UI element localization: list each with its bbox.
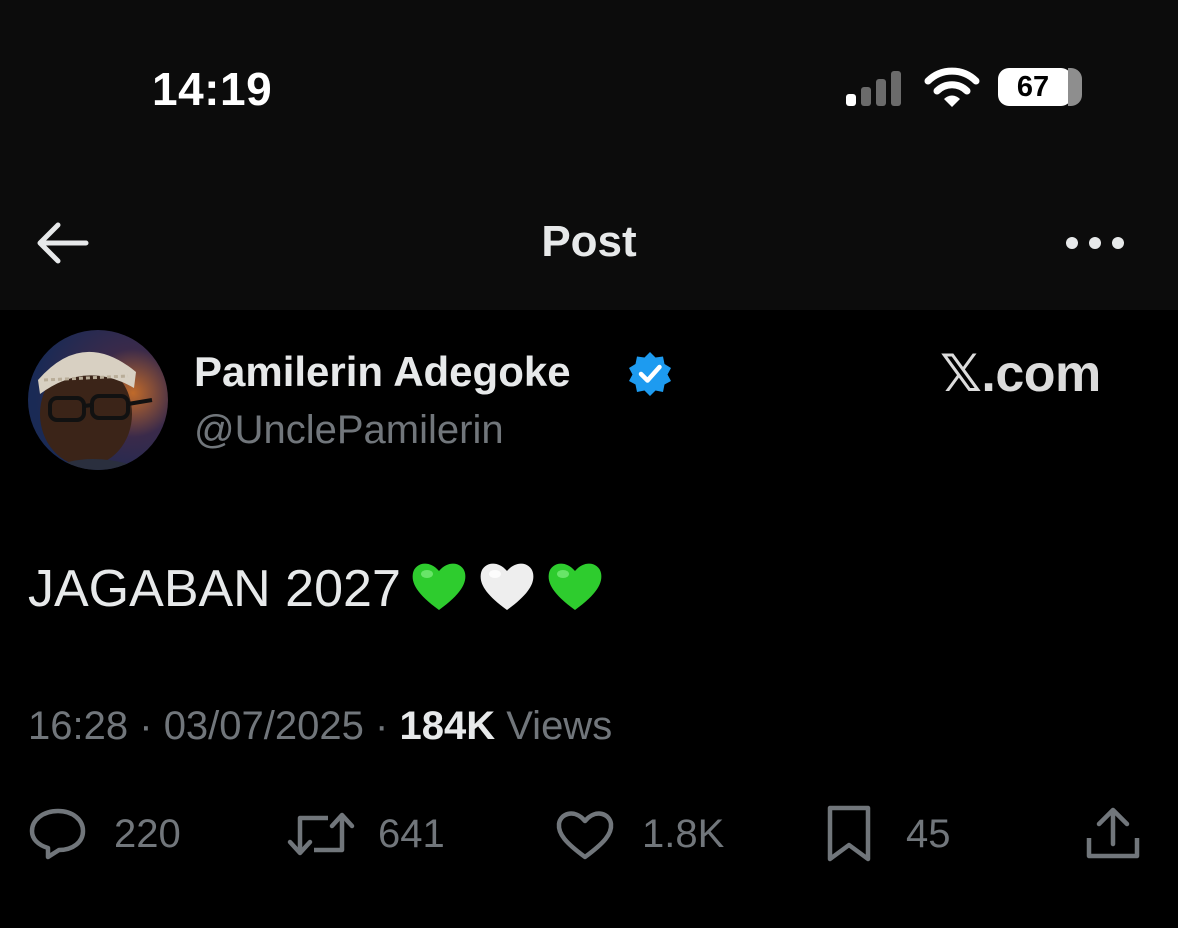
post-time: 16:28 bbox=[28, 704, 129, 748]
repost-button[interactable]: 641 bbox=[286, 806, 456, 862]
battery-indicator: 67 bbox=[998, 68, 1082, 108]
views-count[interactable]: 184K bbox=[399, 704, 495, 748]
green-heart-icon bbox=[409, 556, 469, 616]
like-button[interactable]: 1.8K bbox=[554, 806, 734, 862]
post-text-content: JAGABAN 2027 bbox=[28, 560, 401, 618]
verified-badge-icon bbox=[629, 352, 671, 396]
repost-count: 641 bbox=[378, 812, 445, 856]
separator: · bbox=[139, 704, 153, 748]
bookmark-icon bbox=[827, 805, 871, 862]
status-bar: 14:19 67 bbox=[0, 0, 1178, 175]
more-horizontal-icon[interactable] bbox=[1064, 231, 1126, 255]
wifi-icon bbox=[924, 67, 980, 107]
bookmark-count: 45 bbox=[906, 812, 951, 856]
share-button[interactable] bbox=[1084, 806, 1144, 862]
post-date: 03/07/2025 bbox=[163, 704, 364, 748]
post-text: JAGABAN 2027 bbox=[28, 556, 605, 619]
reply-icon bbox=[29, 808, 86, 860]
like-count: 1.8K bbox=[642, 812, 725, 856]
heart-icon bbox=[556, 811, 614, 860]
repost-icon bbox=[287, 812, 355, 856]
avatar[interactable] bbox=[28, 330, 168, 470]
post-meta: 16:28 · 03/07/2025 · 184K Views bbox=[28, 704, 612, 749]
green-heart-icon bbox=[545, 556, 605, 616]
reply-count: 220 bbox=[114, 812, 181, 856]
status-time: 14:19 bbox=[152, 63, 273, 115]
author-name[interactable]: Pamilerin Adegoke bbox=[194, 348, 571, 396]
separator: · bbox=[375, 704, 389, 748]
reply-button[interactable]: 220 bbox=[28, 806, 198, 862]
watermark: 𝕏.com bbox=[940, 345, 1101, 403]
cellular-signal-icon bbox=[846, 71, 901, 106]
author-handle[interactable]: @UnclePamilerin bbox=[194, 408, 504, 453]
views-label[interactable]: Views bbox=[506, 704, 612, 748]
share-icon bbox=[1086, 807, 1140, 859]
navigation-bar: Post bbox=[0, 175, 1178, 310]
bookmark-button[interactable]: 45 bbox=[824, 805, 974, 862]
battery-percent: 67 bbox=[1016, 71, 1050, 103]
white-heart-icon bbox=[477, 556, 537, 616]
page-title: Post bbox=[541, 217, 637, 266]
